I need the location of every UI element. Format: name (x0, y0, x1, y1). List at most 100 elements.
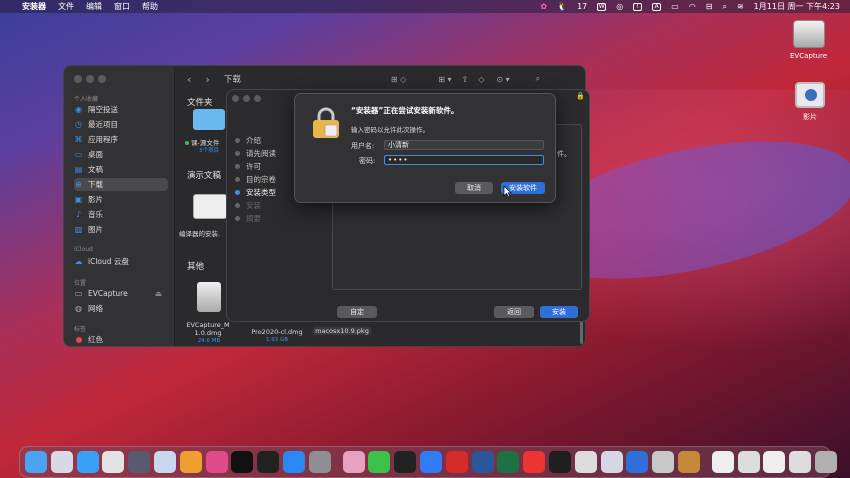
photos-icon[interactable] (179, 451, 202, 473)
group-icon[interactable]: ⊞ ▾ (438, 75, 451, 84)
thumbnail1-icon[interactable] (711, 451, 734, 473)
install-button[interactable]: 安装 (540, 306, 578, 318)
sidebar-item-desktop[interactable]: ▭ 桌面 (74, 148, 168, 161)
search-icon[interactable]: ⌕ (722, 2, 726, 12)
menu-help[interactable]: 帮助 (142, 1, 158, 12)
dmg-icon[interactable] (197, 282, 221, 312)
wifi-icon[interactable]: ◠ (689, 2, 696, 11)
minimize-button[interactable] (243, 95, 250, 102)
flower-icon[interactable] (600, 451, 623, 473)
file-name: macosx10.9.pkg (313, 327, 371, 335)
music-icon: ♪ (75, 210, 82, 219)
finder-icon[interactable] (25, 451, 47, 473)
zoom-button[interactable] (254, 95, 261, 102)
zoom-button[interactable] (98, 75, 106, 83)
sidebar-item-pictures[interactable]: ▨ 图片 (74, 223, 168, 236)
shortcuts-icon[interactable] (445, 451, 468, 473)
dialog-title: “安装器”正在尝试安装新软件。 (351, 106, 459, 115)
launchpad-icon[interactable] (50, 451, 73, 473)
appletv-icon[interactable] (231, 451, 254, 473)
folder-icon[interactable] (193, 109, 225, 130)
wps-icon[interactable] (523, 451, 546, 473)
thumbnail4-icon[interactable] (789, 451, 812, 473)
trash-icon[interactable] (815, 451, 837, 473)
step-destination: 目的宗卷 (235, 174, 276, 185)
pinwheel-icon[interactable] (102, 451, 125, 473)
action-icon[interactable]: ⊙ ▾ (496, 75, 509, 84)
menu-edit[interactable]: 编辑 (86, 1, 102, 12)
appstore-icon[interactable] (283, 451, 305, 473)
menu-file[interactable]: 文件 (58, 1, 74, 12)
film-icon: ▣ (74, 195, 83, 204)
wechat-icon[interactable] (368, 451, 391, 473)
thumbnail2-icon[interactable] (737, 451, 760, 473)
system-preferences-icon[interactable] (308, 451, 331, 473)
battery-icon[interactable]: ▭ (671, 2, 679, 11)
tag-icon[interactable]: ◇ (478, 75, 484, 84)
games-icon[interactable] (257, 451, 280, 473)
flower-status-icon[interactable]: ✿ (540, 2, 547, 11)
sidebar-item-evcapture[interactable]: ▭ EVCapture ⏏ (74, 287, 168, 300)
preview-icon[interactable] (154, 451, 176, 473)
sidebar-item-recents[interactable]: ◷ 最近项目 (74, 118, 168, 131)
sidebar-item-tag-red[interactable]: 红色 (74, 333, 168, 346)
wps-status-icon[interactable]: W (597, 2, 607, 11)
sidebar-item-airdrop[interactable]: ◉ 隔空投送 (74, 103, 168, 116)
imovie-icon[interactable] (128, 451, 151, 473)
thumbnail3-icon[interactable] (763, 451, 786, 473)
sidebar-item-documents[interactable]: ▤ 文稿 (74, 163, 168, 176)
word-icon[interactable] (471, 451, 494, 473)
password-field[interactable]: •••• (384, 155, 544, 165)
forward-icon[interactable]: › (205, 73, 209, 86)
sidebar-item-movies[interactable]: ▣ 影片 (74, 193, 168, 206)
favorites-header: 个人收藏 (74, 96, 99, 103)
evcapture-icon[interactable] (652, 451, 675, 473)
safari-icon[interactable] (76, 451, 99, 473)
qq-icon[interactable] (394, 451, 417, 473)
sidebar-item-label: 桌面 (88, 150, 103, 159)
folder-icon[interactable] (678, 451, 700, 473)
sidebar-item-label: 应用程序 (88, 135, 118, 144)
quicktime-icon[interactable] (626, 451, 649, 473)
globe-icon[interactable]: ◎ (616, 2, 623, 11)
close-button[interactable] (232, 95, 239, 102)
keynote-icon[interactable] (342, 451, 365, 473)
sidebar-item-label: iCloud 云盘 (88, 257, 129, 266)
menu-app-name[interactable]: 安装器 (22, 1, 46, 12)
menu-window[interactable]: 窗口 (114, 1, 130, 12)
eject-icon[interactable]: ⏏ (155, 289, 162, 298)
desktop-icon-evcapture[interactable]: EVCapture (790, 20, 827, 60)
presentation-thumbnail-icon[interactable] (193, 194, 227, 219)
scrollbar[interactable] (580, 320, 583, 344)
desktop-icon-movies[interactable]: 影片 (795, 82, 825, 122)
clock[interactable]: 1月11日 周一 下午4:23 (754, 1, 840, 12)
view-mode-icon[interactable]: ⊞ ◇ (391, 75, 406, 84)
alert-status-icon[interactable]: ! (633, 2, 643, 11)
share-icon[interactable]: ⇧ (462, 75, 469, 84)
input-method-icon[interactable]: A (652, 2, 662, 11)
username-field[interactable]: 小清新 (384, 140, 544, 150)
cancel-button[interactable]: 取消 (455, 182, 493, 194)
close-button[interactable] (74, 75, 82, 83)
sidebar-item-network[interactable]: ◍ 网络 (74, 302, 168, 315)
control-center-icon[interactable]: ⊟ (706, 2, 713, 11)
qq-status-icon[interactable]: 🐧 (557, 2, 567, 11)
preview2-icon[interactable] (574, 451, 597, 473)
mail-icon[interactable] (420, 451, 442, 473)
terminal-icon[interactable] (549, 451, 571, 473)
finder-search-icon[interactable]: ⌕ (536, 74, 540, 84)
sidebar-item-icloud-drive[interactable]: ☁ iCloud 云盘 (74, 255, 168, 268)
sidebar-item-applications[interactable]: ⌘ 应用程序 (74, 133, 168, 146)
customize-button[interactable]: 自定 (337, 306, 377, 318)
sidebar-item-downloads[interactable]: ⊕ 下载 (74, 178, 168, 191)
back-icon[interactable]: ‹ (187, 73, 191, 86)
siri-icon[interactable]: ≋ (737, 2, 744, 11)
excel-icon[interactable] (497, 451, 520, 473)
back-button[interactable]: 返回 (494, 306, 534, 318)
minimize-button[interactable] (86, 75, 94, 83)
sidebar-item-music[interactable]: ♪ 音乐 (74, 208, 168, 221)
file-name: EVCapture_M 1.0.dmg (186, 321, 230, 337)
badge-count: 17 (577, 2, 588, 11)
photo-icon[interactable] (205, 451, 228, 473)
step-license: 许可 (235, 161, 261, 172)
